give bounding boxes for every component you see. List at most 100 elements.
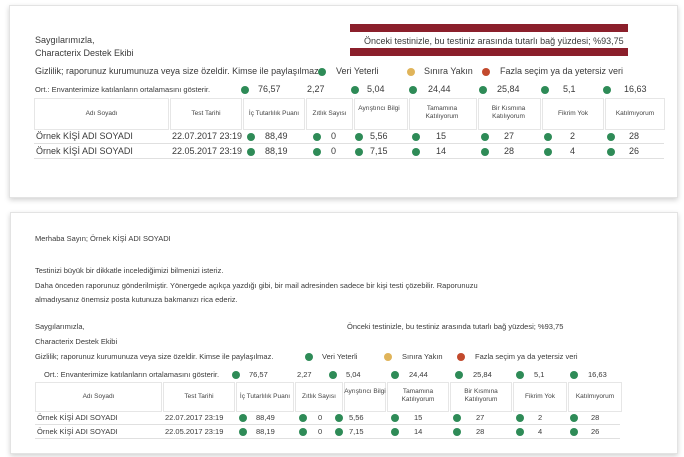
- row-value: 28: [504, 146, 515, 156]
- avg-value: 5,04: [346, 370, 361, 379]
- row-divider: [35, 424, 620, 425]
- legend-green-label: Veri Yeterli: [336, 66, 379, 76]
- avg-value: 25,84: [497, 84, 520, 94]
- row-date: 22.05.2017 23:19: [172, 146, 243, 156]
- row-name: Örnek KİŞİ ADI SOYADI: [37, 413, 118, 422]
- legend-red-dot: [482, 68, 490, 76]
- status-dot: [355, 133, 363, 141]
- header-contradiction: Zıtlık Sayısı: [312, 110, 347, 117]
- paragraph-2b: almadıysanız önemsiz posta kutunuza bakm…: [35, 295, 238, 304]
- avg-value: 2,27: [297, 370, 312, 379]
- legend-green-dot: [318, 68, 326, 76]
- privacy-note: Gizlilik; raporunuz kurumunuza veya size…: [35, 352, 274, 361]
- avg-value: 24,44: [428, 84, 451, 94]
- avg-status-dot: [570, 371, 578, 379]
- consistency-text: Önceki testinizle, bu testiniz arasında …: [347, 322, 564, 331]
- avg-value: 16,63: [624, 84, 647, 94]
- avg-value: 5,04: [367, 84, 385, 94]
- signoff: Saygılarımızla,: [35, 35, 95, 45]
- header-disagree: Katılmıyorum: [615, 110, 655, 117]
- row-value: 7,15: [349, 427, 364, 436]
- status-dot: [607, 133, 615, 141]
- row-value: 88,19: [265, 146, 288, 156]
- avg-value: 76,57: [258, 84, 281, 94]
- status-dot: [412, 148, 420, 156]
- avg-status-dot: [241, 86, 249, 94]
- legend-green-label: Veri Yeterli: [322, 352, 358, 361]
- header-date: Test Tarihi: [184, 393, 214, 400]
- avg-status-dot: [391, 371, 399, 379]
- status-dot: [607, 148, 615, 156]
- header-no-opinion: Fikrim Yok: [525, 393, 555, 400]
- banner-top-bar: [350, 24, 628, 32]
- header-agree-part: Bir Kısmına Katılıyorum: [491, 105, 526, 120]
- signoff: Saygılarımızla,: [35, 322, 85, 331]
- legend-yellow-dot: [384, 353, 392, 361]
- header-date: Test Tarihi: [191, 110, 221, 117]
- privacy-note: Gizlilik; raporunuz kurumunuza veya size…: [35, 66, 322, 76]
- row-date: 22.07.2017 23:19: [165, 413, 224, 422]
- avg-value: 5,1: [563, 84, 576, 94]
- status-dot: [299, 428, 307, 436]
- avg-status-dot: [455, 371, 463, 379]
- team-name: Characterix Destek Ekibi: [35, 48, 134, 58]
- status-dot: [516, 414, 524, 422]
- legend-red-dot: [457, 353, 465, 361]
- status-dot: [570, 428, 578, 436]
- header-name: Adı Soyadı: [85, 110, 118, 117]
- header-cell: [354, 98, 408, 130]
- averages-label: Ort.: Envanterimize katılanların ortalam…: [44, 370, 220, 379]
- row-value: 27: [476, 413, 485, 422]
- row-value: 2: [570, 131, 576, 141]
- avg-status-dot: [409, 86, 417, 94]
- team-name: Characterix Destek Ekibi: [35, 337, 118, 346]
- avg-value: 24,44: [409, 370, 428, 379]
- avg-value: 76,57: [249, 370, 268, 379]
- row-value: 0: [318, 413, 323, 422]
- header-name: Adı Soyadı: [82, 393, 115, 400]
- status-dot: [313, 133, 321, 141]
- row-date: 22.05.2017 23:19: [165, 427, 224, 436]
- status-dot: [481, 148, 489, 156]
- row-divider: [34, 158, 664, 159]
- status-dot: [481, 133, 489, 141]
- row-value: 4: [570, 146, 576, 156]
- status-dot: [453, 414, 461, 422]
- row-value: 28: [591, 413, 600, 422]
- row-value: 0: [318, 427, 323, 436]
- row-value: 15: [436, 131, 447, 141]
- header-discriminative: Ayrıştırıcı Bilgi: [358, 105, 400, 112]
- legend-red-label: Fazla seçim ya da yetersiz veri: [500, 66, 624, 76]
- row-value: 26: [591, 427, 600, 436]
- header-disagree: Katılmıyorum: [575, 393, 615, 400]
- status-dot: [313, 148, 321, 156]
- averages-label: Ort.: Envanterimize katılanların ortalam…: [35, 85, 211, 94]
- row-value: 14: [436, 146, 447, 156]
- row-divider: [35, 438, 620, 439]
- row-value: 27: [504, 131, 515, 141]
- avg-value: 16,63: [588, 370, 607, 379]
- row-value: 88,49: [256, 413, 275, 422]
- row-value: 4: [538, 427, 543, 436]
- status-dot: [453, 428, 461, 436]
- row-name: Örnek KİŞİ ADI SOYADI: [37, 427, 118, 436]
- avg-status-dot: [232, 371, 240, 379]
- row-value: 5,56: [370, 131, 388, 141]
- row-value: 0: [331, 146, 337, 156]
- legend-yellow-label: Sınıra Yakın: [424, 66, 473, 76]
- header-discriminative: Ayrıştırıcı Bilgi: [344, 388, 386, 395]
- row-value: 88,19: [256, 427, 275, 436]
- status-dot: [355, 148, 363, 156]
- legend-yellow-dot: [407, 68, 415, 76]
- row-value: 28: [476, 427, 485, 436]
- status-dot: [391, 428, 399, 436]
- legend-yellow-label: Sınıra Yakın: [402, 352, 443, 361]
- row-date: 22.07.2017 23:19: [172, 131, 243, 141]
- row-name: Örnek KİŞİ ADI SOYADI: [36, 146, 133, 156]
- header-consistency: İç Tutarlılık Puanı: [248, 110, 300, 117]
- avg-status-dot: [479, 86, 487, 94]
- header-agree-all: Tamamına Katılıyorum: [401, 388, 435, 403]
- avg-value: 5,1: [534, 370, 545, 379]
- avg-status-dot: [351, 86, 359, 94]
- row-divider: [34, 143, 664, 144]
